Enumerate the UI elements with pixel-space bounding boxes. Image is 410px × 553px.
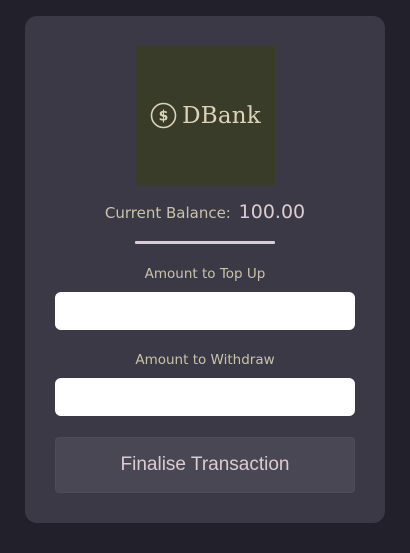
logo: $ DBank	[136, 46, 275, 185]
top-up-input[interactable]	[55, 292, 355, 330]
finalise-transaction-button[interactable]: Finalise Transaction	[55, 437, 355, 493]
withdraw-input[interactable]	[55, 378, 355, 416]
top-up-label: Amount to Top Up	[144, 266, 266, 282]
divider	[135, 241, 275, 244]
withdraw-label: Amount to Withdraw	[135, 352, 275, 368]
svg-text:$: $	[159, 109, 169, 125]
current-balance: Current Balance: 100.00	[25, 201, 385, 224]
balance-value: 100.00	[238, 201, 306, 223]
balance-label: Current Balance:	[104, 204, 231, 222]
dbank-card: $ DBank Current Balance: 100.00 Amount t…	[25, 16, 385, 523]
logo-text: DBank	[182, 102, 261, 129]
dollar-circle-icon: $	[150, 102, 177, 129]
logo-inner: $ DBank	[150, 102, 261, 129]
